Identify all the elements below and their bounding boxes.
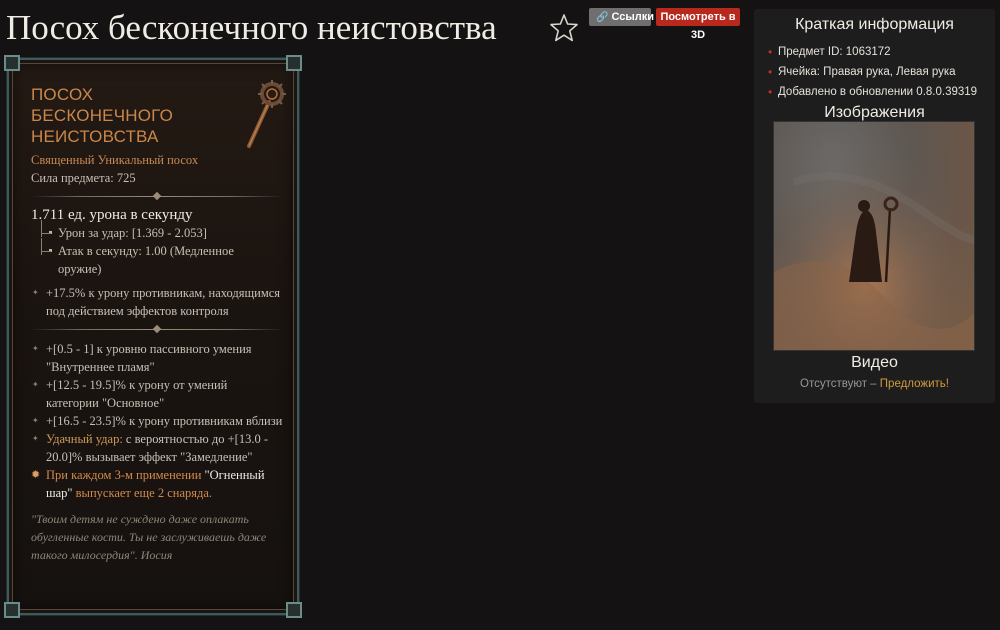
suggest-video-link[interactable]: Предложить! bbox=[880, 378, 949, 390]
item-type: Священный Уникальный посох bbox=[31, 153, 199, 167]
item-name-line: ПОСОХ bbox=[31, 85, 94, 104]
info-list: Предмет ID: 1063172 Ячейка: Правая рука,… bbox=[768, 42, 995, 102]
link-icon: 🔗 bbox=[596, 12, 609, 23]
divider bbox=[31, 191, 283, 201]
frame-corner bbox=[286, 602, 302, 618]
item-name-line: НЕИСТОВСТВА bbox=[31, 127, 159, 146]
info-item-patch: Добавлено в обновлении 0.8.0.39319 bbox=[768, 82, 995, 102]
star-outline-icon[interactable] bbox=[549, 13, 579, 43]
aspect-text: При каждом 3-м применении bbox=[46, 468, 205, 482]
attacks-per-second-text: Атак в секунду: 1.00 (Медленное bbox=[58, 244, 234, 258]
video-missing-text: Отсутствуют – bbox=[800, 378, 880, 390]
frame-corner bbox=[286, 55, 302, 71]
links-button-label: Ссылки bbox=[611, 11, 655, 23]
item-tooltip-card: ПОСОХ БЕСКОНЕЧНОГО НЕИСТОВСТВА Священный… bbox=[4, 55, 302, 618]
lucky-hit-affix: Удачный удар: с вероятностью до +[13.0 -… bbox=[31, 430, 283, 466]
frame-corner bbox=[4, 602, 20, 618]
flavor-text: "Твоим детям не суждено даже оплакать об… bbox=[31, 512, 267, 562]
video-status: Отсутствуют – Предложить! bbox=[754, 378, 995, 390]
divider bbox=[31, 324, 283, 334]
affix: +[0.5 - 1] к уровню пассивного умения "В… bbox=[31, 340, 283, 376]
damage-per-hit-text: Урон за удар: [1.369 - 2.053] bbox=[58, 226, 207, 240]
legendary-aspect: При каждом 3-м применении "Огненный шар"… bbox=[31, 466, 283, 502]
staff-scene-image bbox=[774, 122, 974, 350]
attacks-per-second: Атак в секунду: 1.00 (Медленное оружие) bbox=[31, 238, 283, 278]
item-power: Сила предмета: 725 bbox=[31, 171, 136, 185]
attacks-per-second-text: оружие) bbox=[58, 262, 102, 276]
dps-value: 1.711 ед. урона в секунду bbox=[31, 207, 193, 223]
page-title: Посох бесконечного неистовства bbox=[6, 8, 497, 47]
item-name-line: БЕСКОНЕЧНОГО bbox=[31, 106, 174, 125]
implicit-affix: +17.5% к урону противникам, находящимся … bbox=[31, 284, 283, 320]
links-button[interactable]: 🔗 Ссылки bbox=[589, 8, 655, 26]
affix: +[16.5 - 23.5]% к урону противникам вбли… bbox=[31, 412, 283, 430]
affix: +[12.5 - 19.5]% к урону от умений катего… bbox=[31, 376, 283, 412]
view-3d-button[interactable]: Посмотреть в 3D bbox=[656, 8, 740, 41]
frame-corner bbox=[4, 55, 20, 71]
item-image-thumbnail[interactable] bbox=[773, 121, 975, 351]
item-name: ПОСОХ БЕСКОНЕЧНОГО НЕИСТОВСТВА bbox=[31, 84, 283, 147]
lucky-hit-label: Удачный удар: bbox=[46, 432, 123, 446]
panel-title: Краткая информация bbox=[795, 16, 954, 33]
quick-info-panel: Краткая информация Предмет ID: 1063172 Я… bbox=[754, 9, 995, 403]
info-item-id: Предмет ID: 1063172 bbox=[768, 42, 995, 62]
info-item-slot: Ячейка: Правая рука, Левая рука bbox=[768, 62, 995, 82]
video-title: Видео bbox=[851, 354, 898, 371]
aspect-text: выпускает еще 2 снаряда. bbox=[72, 486, 213, 500]
damage-per-hit: Урон за удар: [1.369 - 2.053] bbox=[31, 220, 283, 242]
